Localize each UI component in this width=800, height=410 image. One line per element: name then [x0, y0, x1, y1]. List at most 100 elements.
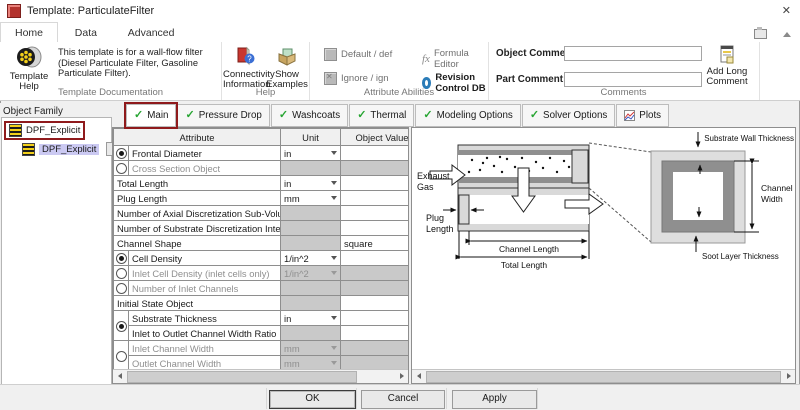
tab-solver-options[interactable]: ✓ Solver Options: [521, 104, 616, 127]
collapse-ribbon-icon[interactable]: [783, 32, 791, 37]
dropdown-chevron-icon[interactable]: [331, 181, 338, 185]
unit-cell[interactable]: 1/in^2: [280, 250, 342, 266]
template-description: This template is for a wall-flow filter …: [58, 47, 203, 78]
print-icon[interactable]: [754, 27, 767, 39]
ribbon-tab-data[interactable]: Data: [61, 23, 111, 42]
dropdown-chevron-icon[interactable]: [331, 256, 338, 260]
tab-modeling-options[interactable]: ✓ Modeling Options: [415, 104, 521, 127]
radio-cell: [113, 310, 129, 341]
value-cell[interactable]: [340, 340, 408, 356]
tab-main[interactable]: ✓ Main: [126, 104, 177, 127]
section-label-comments: Comments: [600, 87, 647, 98]
radio-selected[interactable]: [115, 148, 127, 159]
app-icon: [7, 4, 21, 18]
unit-cell[interactable]: in: [280, 310, 342, 326]
attribute-table-panel: Attribute Unit Object Value Frontal Diam…: [112, 127, 409, 384]
group-help: ? Connectivity Information Show Examples…: [222, 42, 310, 100]
tab-plots[interactable]: Plots: [616, 104, 670, 127]
part-comment-input[interactable]: [564, 72, 702, 87]
value-cell[interactable]: [340, 205, 408, 221]
radio-selected[interactable]: [115, 320, 127, 332]
dropdown-chevron-icon[interactable]: [331, 316, 338, 320]
table-hscroll-thumb[interactable]: [127, 371, 357, 383]
section-label-attribute-abilities: Attribute Abilities: [363, 87, 435, 98]
value-cell[interactable]: [340, 310, 408, 326]
object-family-tree: DPF_Explicit DPF_Explicit ...: [1, 117, 124, 385]
plug-length-label-line1: Plug: [426, 213, 444, 223]
cancel-button[interactable]: Cancel: [361, 390, 445, 409]
radio-unselected[interactable]: [115, 283, 127, 294]
show-examples-button[interactable]: Show Examples: [266, 45, 308, 90]
value-cell[interactable]: [340, 145, 408, 161]
tree-node-root[interactable]: DPF_Explicit: [6, 123, 83, 138]
value-cell[interactable]: [340, 295, 408, 311]
tree-node-child[interactable]: DPF_Explicit ...: [22, 142, 124, 156]
tree-node-child-label: DPF_Explicit: [39, 143, 100, 155]
section-label-help: Help: [255, 87, 276, 98]
dropdown-chevron-icon[interactable]: [331, 196, 338, 200]
table-hscrollbar[interactable]: [113, 369, 408, 383]
template-tab-bar: ✓ Main ✓ Pressure Drop ✓ Washcoats ✓ Thermal ✓ Mo…: [126, 104, 670, 127]
channel-length-label: Channel Length: [499, 244, 559, 254]
radio-unselected[interactable]: [115, 350, 127, 362]
window-title: Template: ParticulateFilter: [27, 5, 155, 17]
ribbon-tab-advanced[interactable]: Advanced: [114, 23, 189, 42]
value-cell[interactable]: square: [340, 235, 408, 251]
add-long-comment-button[interactable]: Add Long Comment: [700, 44, 754, 87]
value-cell[interactable]: [340, 325, 408, 341]
value-cell[interactable]: [340, 190, 408, 206]
dropdown-chevron-icon[interactable]: [331, 271, 338, 275]
unit-cell[interactable]: mm: [280, 190, 342, 206]
value-cell[interactable]: [340, 250, 408, 266]
connectivity-information-button[interactable]: ? Connectivity Information: [223, 45, 275, 90]
unit-value: mm: [284, 357, 300, 369]
close-icon[interactable]: ✕: [782, 4, 791, 17]
unit-cell: [280, 235, 342, 251]
table-row: Plug Length mm: [113, 190, 408, 206]
radio-unselected[interactable]: [115, 268, 127, 279]
default-label: Default / def: [341, 49, 393, 60]
default-checkbox-icon: [324, 48, 337, 61]
radio-selected[interactable]: [115, 253, 127, 264]
unit-cell[interactable]: in: [280, 145, 342, 161]
ignore-label: Ignore / ign: [341, 73, 389, 84]
tab-label: Pressure Drop: [198, 110, 262, 121]
attribute-cell: Plug Length: [113, 190, 282, 206]
unit-cell[interactable]: 1/in^2: [280, 265, 342, 281]
value-cell[interactable]: [340, 280, 408, 296]
radio-unselected[interactable]: [115, 163, 127, 174]
attribute-cell: Channel Shape: [113, 235, 282, 251]
scroll-right-icon[interactable]: [395, 370, 408, 382]
dropdown-chevron-icon[interactable]: [331, 151, 338, 155]
apply-button[interactable]: Apply: [452, 390, 537, 409]
ignore-toggle: Ignore / ign: [324, 72, 389, 85]
dpf-object-icon: [22, 142, 35, 156]
tab-thermal[interactable]: ✓ Thermal: [349, 104, 415, 127]
unit-value: in: [284, 177, 292, 189]
object-comment-input[interactable]: [564, 46, 702, 61]
template-help-button[interactable]: Template Help: [4, 45, 54, 92]
unit-cell[interactable]: in: [280, 175, 342, 191]
value-cell[interactable]: [340, 220, 408, 236]
diagram-hscroll-thumb[interactable]: [426, 371, 781, 383]
unit-cell: [280, 325, 342, 341]
table-row: Inlet Cell Density (inlet cells only) 1/i…: [113, 265, 408, 281]
tab-pressure-drop[interactable]: ✓ Pressure Drop: [177, 104, 270, 127]
attribute-cell: Number of Axial Discretization Sub-Volum…: [113, 205, 282, 221]
value-cell[interactable]: [340, 265, 408, 281]
tab-washcoats[interactable]: ✓ Washcoats: [270, 104, 349, 127]
radio-cell: [113, 265, 129, 281]
value-cell[interactable]: [340, 160, 408, 176]
diagram-hscrollbar[interactable]: [412, 369, 795, 383]
ignore-checkbox-icon: [324, 72, 337, 85]
dropdown-chevron-icon[interactable]: [331, 346, 338, 350]
ok-button[interactable]: OK: [269, 390, 356, 409]
unit-cell[interactable]: mm: [280, 340, 342, 356]
table-row: Cross Section Object: [113, 160, 408, 176]
scroll-right-icon[interactable]: [782, 370, 795, 382]
value-cell[interactable]: [340, 175, 408, 191]
scroll-left-icon[interactable]: [113, 370, 126, 382]
scroll-left-icon[interactable]: [412, 370, 425, 382]
dropdown-chevron-icon[interactable]: [331, 361, 338, 365]
ribbon-tab-home[interactable]: Home: [0, 22, 59, 43]
